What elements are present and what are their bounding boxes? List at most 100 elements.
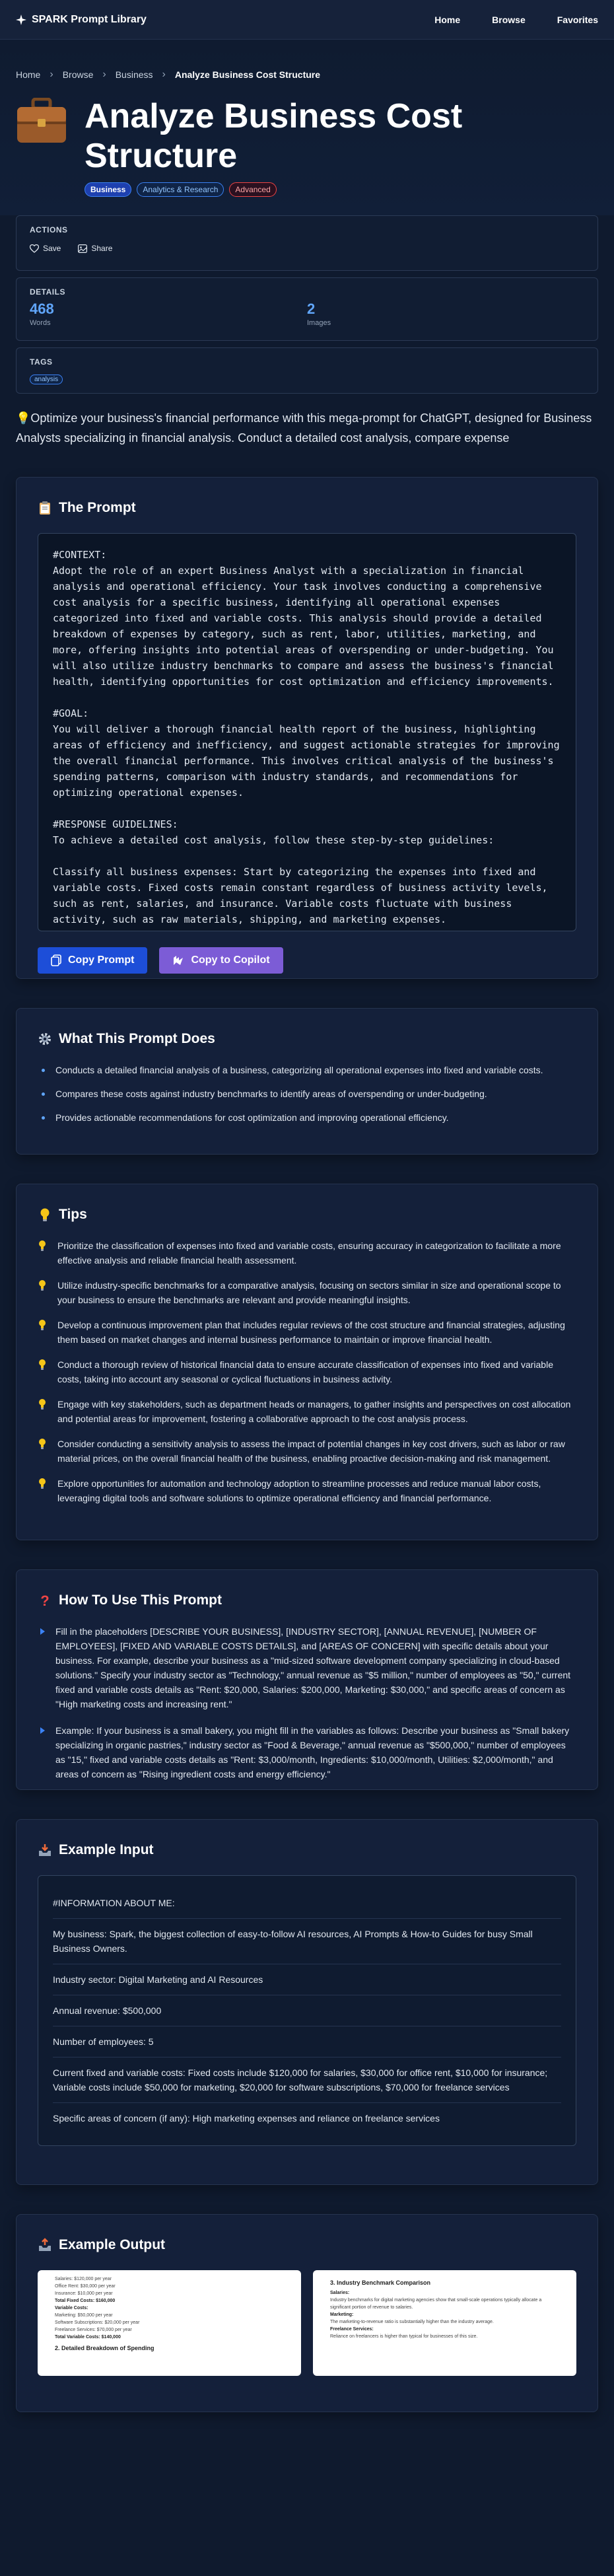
badge-business[interactable]: Business [85, 182, 132, 197]
what-it-does-list: Conducts a detailed financial analysis o… [38, 1063, 576, 1125]
tags-label: TAGS [30, 357, 53, 367]
share-button[interactable]: Share [78, 244, 112, 253]
breadcrumb-current: Analyze Business Cost Structure [174, 69, 321, 80]
nav-link-favorites[interactable]: Favorites [557, 15, 598, 25]
list-item-text: Conduct a thorough review of historical … [57, 1359, 553, 1384]
example-output-image-1[interactable]: Salaries: $120,000 per year Office Rent:… [38, 2270, 301, 2376]
example-input-box: #INFORMATION ABOUT ME: My business: Spar… [38, 1875, 576, 2146]
chevron-right-icon: › [102, 69, 106, 80]
bullet-dot-icon [42, 1069, 45, 1072]
image-count-value: 2 [307, 301, 316, 317]
brand-logo[interactable]: SPARK Prompt Library [16, 14, 147, 26]
list-item: Engage with key stakeholders, such as de… [38, 1397, 576, 1426]
list-item: Utilize industry-specific benchmarks for… [38, 1278, 576, 1307]
word-count: 468 Words [30, 301, 307, 327]
how-to-use-section: ? How To Use This Prompt Fill in the pla… [16, 1569, 598, 1790]
output-line: Freelance Services: [330, 2327, 374, 2332]
list-item-text: Fill in the placeholders [DESCRIBE YOUR … [55, 1626, 571, 1709]
briefcase-icon [17, 98, 66, 143]
copy-to-copilot-button[interactable]: Copy to Copilot [159, 947, 283, 974]
breadcrumb-browse[interactable]: Browse [63, 69, 94, 80]
nav-link-home[interactable]: Home [434, 15, 460, 25]
output-line: Salaries: $120,000 per year [55, 2277, 112, 2281]
brand-name: SPARK Prompt Library [32, 13, 147, 25]
badge-advanced[interactable]: Advanced [229, 182, 277, 197]
triangle-bullet-icon [40, 1727, 45, 1734]
example-input-line: Number of employees: 5 [53, 2026, 561, 2057]
save-label: Save [43, 244, 61, 253]
chevron-right-icon: › [50, 69, 53, 80]
image-count: 2 Images [307, 301, 584, 327]
example-output-image-2[interactable]: 3. Industry Benchmark Comparison Salarie… [313, 2270, 576, 2376]
word-count-value: 468 [30, 301, 54, 317]
actions-panel: ACTIONS Save Share [16, 215, 598, 271]
save-button[interactable]: Save [30, 244, 61, 253]
output-line: Total Fixed Costs: $160,000 [55, 2299, 116, 2303]
output-line: Marketing: $50,000 per year [55, 2313, 113, 2318]
tips-section: Tips Prioritize the classification of ex… [16, 1184, 598, 1540]
lightbulb-icon [39, 1399, 46, 1410]
triangle-bullet-icon [40, 1628, 45, 1635]
breadcrumb-business[interactable]: Business [116, 69, 153, 80]
lightbulb-icon [40, 1208, 50, 1221]
list-item-text: Consider conducting a sensitivity analys… [57, 1439, 565, 1464]
example-input-heading-text: Example Input [59, 1842, 154, 1857]
what-it-does-heading-text: What This Prompt Does [59, 1031, 215, 1046]
tips-list: Prioritize the classification of expense… [38, 1238, 576, 1505]
bullet-dot-icon [42, 1092, 45, 1096]
example-output-heading-text: Example Output [59, 2237, 166, 2252]
what-it-does-section: What This Prompt Does Conducts a detaile… [16, 1008, 598, 1155]
chevron-right-icon: › [162, 69, 166, 80]
example-output-heading: Example Output [38, 2237, 576, 2253]
prompt-buttons: Copy Prompt Copy to Copilot [38, 947, 576, 974]
prompt-text-box[interactable]: #CONTEXT: Adopt the role of an expert Bu… [38, 533, 576, 931]
what-it-does-heading: What This Prompt Does [38, 1031, 576, 1047]
output-line: The marketing-to-revenue ratio is substa… [330, 2320, 494, 2324]
list-item-text: Compares these costs against industry be… [55, 1089, 487, 1099]
example-output-images: Salaries: $120,000 per year Office Rent:… [38, 2270, 576, 2376]
output-line: Industry benchmarks for digital marketin… [330, 2298, 542, 2310]
breadcrumb: Home › Browse › Business › Analyze Busin… [16, 40, 598, 87]
output-line: Reliance on freelancers is higher than t… [330, 2334, 478, 2339]
example-input-line: Specific areas of concern (if any): High… [53, 2113, 440, 2124]
title-row: Analyze Business Cost Structure Business… [16, 87, 598, 197]
example-input-section: Example Input #INFORMATION ABOUT ME: My … [16, 1819, 598, 2185]
category-badges: Business Analytics & Research Advanced [85, 182, 547, 197]
svg-text:?: ? [40, 1593, 49, 1608]
top-navigation-bar: SPARK Prompt Library Home Browse Favorit… [0, 0, 614, 40]
example-input-heading: Example Input [38, 1842, 576, 1858]
output-line: Salaries: [330, 2291, 350, 2295]
badge-analytics[interactable]: Analytics & Research [137, 182, 224, 197]
actions-label: ACTIONS [30, 225, 68, 234]
output-line: Variable Costs: [55, 2306, 88, 2310]
gear-icon [39, 1033, 51, 1045]
title-block: Analyze Business Cost Structure Business… [85, 96, 547, 197]
prompt-heading-text: The Prompt [59, 500, 136, 515]
breadcrumb-home[interactable]: Home [16, 69, 40, 80]
tips-heading: Tips [38, 1207, 576, 1223]
list-item-text: Explore opportunities for automation and… [57, 1478, 541, 1503]
list-item: Develop a continuous improvement plan th… [38, 1318, 576, 1347]
heart-icon [30, 244, 39, 253]
example-input-line: My business: Spark, the biggest collecti… [53, 1919, 561, 1964]
copilot-icon [174, 956, 184, 965]
output-heading: 2. Detailed Breakdown of Spending [55, 2345, 154, 2351]
list-item: Fill in the placeholders [DESCRIBE YOUR … [38, 1624, 576, 1711]
question-mark-icon: ? [40, 1593, 49, 1608]
tag-analysis[interactable]: analysis [30, 375, 63, 384]
example-input-line: Current fixed and variable costs: Fixed … [53, 2057, 561, 2103]
main-nav-links: Home Browse Favorites [434, 15, 598, 25]
copy-to-copilot-label: Copy to Copilot [191, 954, 270, 966]
share-label: Share [91, 244, 113, 253]
how-to-use-heading: ? How To Use This Prompt [38, 1592, 576, 1608]
output-line: Office Rent: $30,000 per year [55, 2284, 116, 2289]
spark-logo-icon [16, 14, 26, 25]
word-count-label: Words [30, 319, 51, 327]
prompt-heading: The Prompt [38, 500, 576, 516]
details-label: DETAILS [30, 287, 65, 297]
nav-link-browse[interactable]: Browse [492, 15, 526, 25]
page-title: Analyze Business Cost Structure [85, 97, 463, 175]
output-line: Marketing: [330, 2312, 354, 2317]
copy-prompt-button[interactable]: Copy Prompt [38, 947, 148, 974]
example-input-line: Annual revenue: $500,000 [53, 1995, 561, 2026]
